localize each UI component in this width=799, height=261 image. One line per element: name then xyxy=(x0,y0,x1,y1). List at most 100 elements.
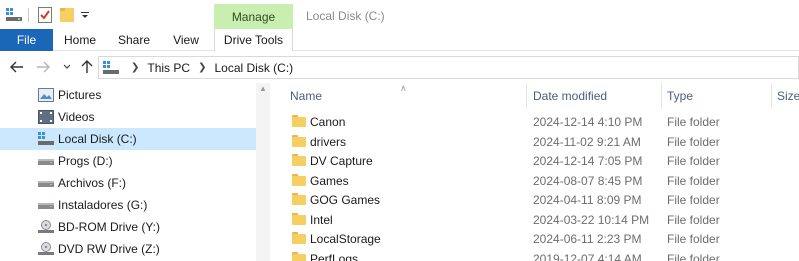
file-type: File folder xyxy=(667,251,720,261)
file-date: 2024-03-22 10:14 PM xyxy=(533,212,650,227)
windows-drive-icon xyxy=(38,132,54,146)
file-type: File folder xyxy=(667,193,720,207)
tab-share[interactable]: Share xyxy=(110,29,158,51)
customize-toolbar-icon[interactable] xyxy=(80,6,90,24)
nav-item-label: Pictures xyxy=(58,88,102,102)
file-type: File folder xyxy=(667,154,720,168)
breadcrumb-local-disk[interactable]: Local Disk (C:) xyxy=(214,61,293,75)
table-row[interactable]: GOG Games 2024-04-11 8:09 PM File folder xyxy=(271,190,799,209)
table-row[interactable]: drivers 2024-11-02 9:21 AM File folder xyxy=(271,132,799,151)
back-arrow-icon[interactable] xyxy=(8,58,26,76)
table-row[interactable]: DV Capture 2024-12-14 7:05 PM File folde… xyxy=(271,151,799,170)
file-date: 2024-12-14 4:10 PM xyxy=(533,115,643,129)
folder-icon xyxy=(292,232,306,244)
recent-locations-chevron-icon[interactable] xyxy=(60,58,74,76)
file-date: 2024-12-14 7:05 PM xyxy=(533,154,643,168)
column-header-type[interactable]: Type xyxy=(667,83,771,109)
navigation-pane: Pictures Videos Local Disk (C:) Progs (D… xyxy=(0,83,270,261)
file-date: 2024-06-11 2:23 PM xyxy=(533,232,642,246)
folder-icon xyxy=(292,173,306,186)
nav-item-label: Progs (D:) xyxy=(58,154,113,168)
file-date: 2024-08-07 8:45 PM xyxy=(533,173,643,188)
nav-item-label: Local Disk (C:) xyxy=(58,132,137,146)
file-name: drivers xyxy=(310,134,347,149)
file-list: ∧ Name Date modified Type Size Canon 202… xyxy=(271,83,799,261)
tab-file[interactable]: File xyxy=(0,29,53,51)
this-pc-icon xyxy=(103,60,119,75)
file-type: File folder xyxy=(667,232,720,246)
column-header-size[interactable]: Size xyxy=(777,83,799,109)
drive-icon xyxy=(38,176,54,190)
navigation-bar: ❯ This PC ❯ Local Disk (C:) xyxy=(0,52,799,82)
table-row[interactable]: LocalStorage 2024-06-11 2:23 PM File fol… xyxy=(271,229,799,248)
drive-icon xyxy=(38,198,54,212)
tab-home[interactable]: Home xyxy=(55,29,105,51)
folder-icon xyxy=(292,134,306,147)
file-date: 2019-12-07 4:14 AM xyxy=(533,251,642,261)
column-header-name[interactable]: Name xyxy=(290,83,526,109)
column-header-date-modified[interactable]: Date modified xyxy=(533,83,659,109)
file-name: PerfLogs xyxy=(310,251,359,261)
drive-icon[interactable] xyxy=(6,6,22,24)
table-row[interactable]: Intel 2024-03-22 10:14 PM File folder xyxy=(271,210,799,229)
table-row[interactable]: Games 2024-08-07 8:45 PM File folder xyxy=(271,171,799,190)
nav-item-dvd-rw-z[interactable]: DVD RW Drive (Z:) xyxy=(0,238,256,260)
optical-drive-icon xyxy=(38,242,54,256)
forward-arrow-icon[interactable] xyxy=(34,58,52,76)
nav-item-label: Instaladores (G:) xyxy=(58,198,148,212)
new-folder-icon[interactable] xyxy=(60,6,74,24)
up-arrow-icon[interactable] xyxy=(78,58,96,76)
file-name: Intel xyxy=(310,212,333,227)
file-type: File folder xyxy=(667,173,720,188)
breadcrumb-this-pc[interactable]: This PC xyxy=(147,61,190,75)
nav-item-archivos-f[interactable]: Archivos (F:) xyxy=(0,172,256,194)
nav-item-label: Archivos (F:) xyxy=(58,176,127,190)
nav-pane-scrollbar[interactable]: ▲ xyxy=(256,83,270,261)
tab-drive-tools[interactable]: Drive Tools xyxy=(214,29,293,51)
nav-item-local-disk-c[interactable]: Local Disk (C:) xyxy=(0,128,256,150)
drive-icon xyxy=(38,154,54,168)
file-date: 2024-04-11 8:09 PM xyxy=(533,193,642,207)
nav-item-progs-d[interactable]: Progs (D:) xyxy=(0,150,256,172)
address-bar[interactable]: ❯ This PC ❯ Local Disk (C:) xyxy=(98,56,799,79)
file-type: File folder xyxy=(667,212,720,227)
nav-item-label: BD-ROM Drive (Y:) xyxy=(58,220,160,234)
column-divider[interactable] xyxy=(661,83,662,109)
nav-item-pictures[interactable]: Pictures xyxy=(0,84,256,106)
window-title: Local Disk (C:) xyxy=(306,9,385,23)
file-name: Canon xyxy=(310,115,346,129)
tab-view[interactable]: View xyxy=(164,29,208,51)
videos-icon xyxy=(38,110,54,124)
properties-icon[interactable] xyxy=(38,6,52,24)
folder-icon xyxy=(292,193,306,205)
file-type: File folder xyxy=(667,134,720,149)
table-row[interactable]: PerfLogs 2019-12-07 4:14 AM File folder xyxy=(271,249,799,261)
ribbon-tabs: File Home Share View Drive Tools xyxy=(0,29,799,51)
scroll-up-arrow-icon[interactable]: ▲ xyxy=(258,85,268,93)
column-divider[interactable] xyxy=(771,83,772,109)
file-type: File folder xyxy=(667,115,720,129)
nav-item-label: Videos xyxy=(58,110,95,124)
nav-item-bd-rom-y[interactable]: BD-ROM Drive (Y:) xyxy=(0,216,256,238)
file-name: DV Capture xyxy=(310,154,373,168)
breadcrumb-chevron-icon[interactable]: ❯ xyxy=(198,62,206,73)
nav-item-videos[interactable]: Videos xyxy=(0,106,256,128)
file-name: GOG Games xyxy=(310,193,381,207)
nav-item-instaladores-g[interactable]: Instaladores (G:) xyxy=(0,194,256,216)
folder-icon xyxy=(292,251,306,261)
table-row[interactable]: Canon 2024-12-14 4:10 PM File folder xyxy=(271,112,799,131)
folder-icon xyxy=(292,212,306,225)
optical-drive-icon xyxy=(38,220,54,234)
title-bar: Manage Local Disk (C:) xyxy=(0,0,799,29)
nav-item-label: DVD RW Drive (Z:) xyxy=(58,242,160,256)
file-name: Games xyxy=(310,173,349,188)
folder-icon xyxy=(292,115,306,127)
quick-access-separator xyxy=(28,8,29,22)
column-divider[interactable] xyxy=(526,83,527,109)
pictures-icon xyxy=(38,88,54,102)
breadcrumb-chevron-icon[interactable]: ❯ xyxy=(131,62,139,73)
file-name: LocalStorage xyxy=(310,232,381,246)
file-date: 2024-11-02 9:21 AM xyxy=(533,134,641,149)
folder-icon xyxy=(292,154,306,166)
manage-tab[interactable]: Manage xyxy=(214,4,293,29)
